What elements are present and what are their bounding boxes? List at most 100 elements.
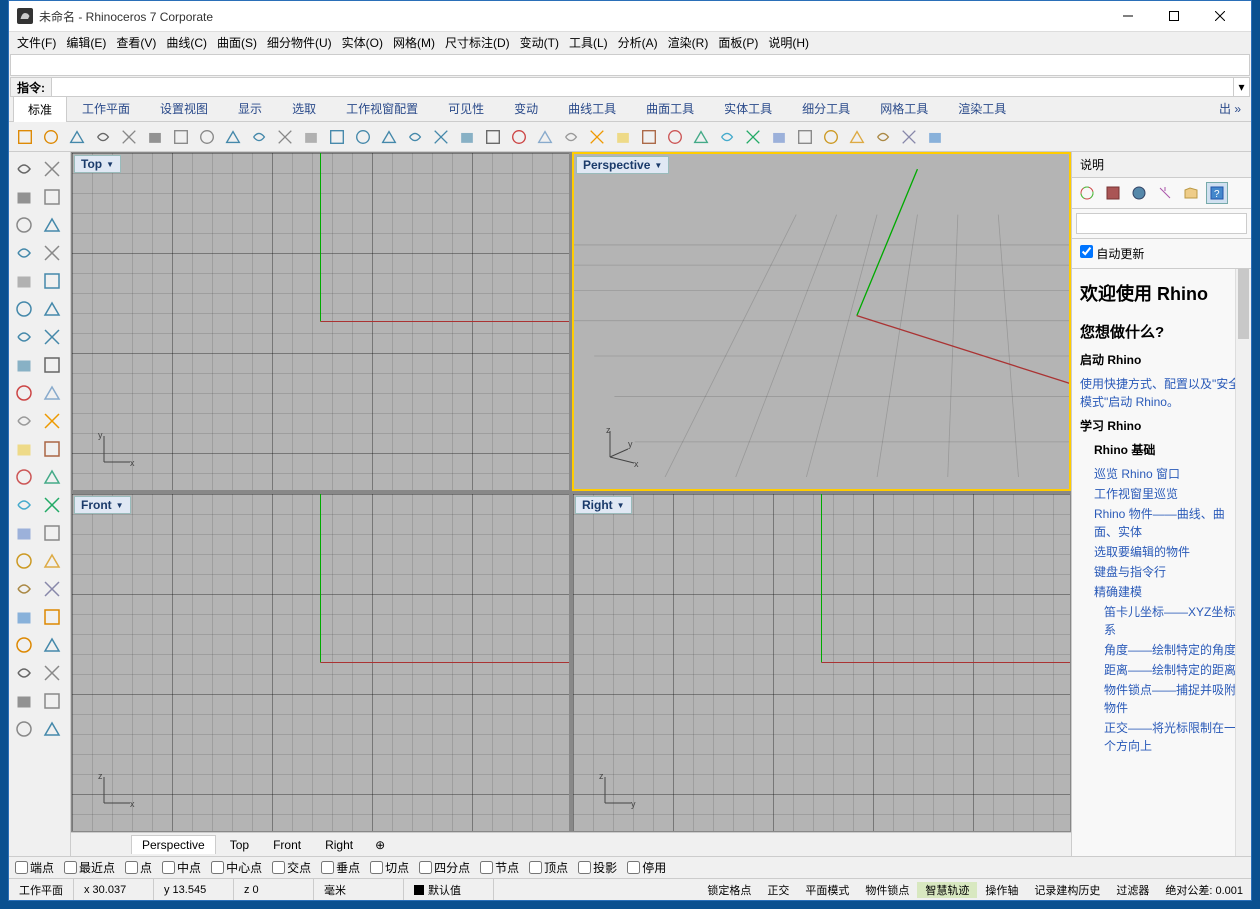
- menu-item[interactable]: 曲面(S): [217, 34, 257, 51]
- ribbon-tab[interactable]: 显示: [223, 95, 277, 121]
- command-history-dropdown[interactable]: ▾: [1233, 78, 1249, 96]
- join-icon[interactable]: [39, 604, 65, 630]
- interpcrv-icon[interactable]: [39, 324, 65, 350]
- status-toggle[interactable]: 锁定格点: [699, 882, 759, 898]
- polygon-icon[interactable]: [39, 296, 65, 322]
- osnap-最近点[interactable]: 最近点: [64, 859, 115, 876]
- viewport-label-front[interactable]: Front▼: [74, 496, 131, 514]
- help-scrollbar[interactable]: [1235, 269, 1251, 856]
- earth-icon[interactable]: [741, 125, 765, 149]
- chamfer-icon[interactable]: [39, 688, 65, 714]
- auto-update-checkbox[interactable]: 自动更新: [1080, 247, 1144, 261]
- viewport-right[interactable]: Right▼ yz: [572, 493, 1071, 832]
- menu-item[interactable]: 编辑(E): [66, 34, 106, 51]
- menu-item[interactable]: 实体(O): [342, 34, 383, 51]
- redo-icon[interactable]: [247, 125, 271, 149]
- sphere-icon[interactable]: [767, 125, 791, 149]
- paste-icon[interactable]: [195, 125, 219, 149]
- duplicate-icon[interactable]: [39, 240, 65, 266]
- plane-icon[interactable]: [533, 125, 557, 149]
- pipe-icon[interactable]: [39, 464, 65, 490]
- menu-item[interactable]: 尺寸标注(D): [445, 34, 510, 51]
- split-icon[interactable]: [39, 632, 65, 658]
- pan-icon[interactable]: [273, 125, 297, 149]
- osnap-端点[interactable]: 端点: [15, 859, 54, 876]
- layers-icon[interactable]: [715, 125, 739, 149]
- zoom-selected-icon[interactable]: [403, 125, 427, 149]
- point-icon[interactable]: [11, 576, 37, 602]
- four-view-icon[interactable]: [481, 125, 505, 149]
- zoom-window-icon[interactable]: [351, 125, 375, 149]
- surface-icon[interactable]: [11, 352, 37, 378]
- command-input[interactable]: [52, 80, 1233, 95]
- viewport-label-top[interactable]: Top▼: [74, 155, 121, 173]
- menu-item[interactable]: 渲染(R): [668, 34, 709, 51]
- status-toggle[interactable]: 过滤器: [1108, 882, 1157, 898]
- tube-icon[interactable]: [39, 408, 65, 434]
- array2-icon[interactable]: [39, 660, 65, 686]
- light-icon[interactable]: [611, 125, 635, 149]
- fillet-icon[interactable]: [11, 688, 37, 714]
- lights-panel-icon[interactable]: [1154, 182, 1176, 204]
- curve-icon[interactable]: [11, 324, 37, 350]
- environments-panel-icon[interactable]: [1128, 182, 1150, 204]
- osnap-投影[interactable]: 投影: [578, 859, 617, 876]
- help-link[interactable]: 物件锁点——捕捉并吸附物件: [1104, 681, 1243, 717]
- ribbon-tab[interactable]: 曲面工具: [631, 95, 709, 121]
- help-link[interactable]: 工作视窗里巡览: [1094, 485, 1243, 503]
- mesh-icon[interactable]: [11, 492, 37, 518]
- revolve-icon[interactable]: [11, 464, 37, 490]
- help-panel-icon[interactable]: ?: [1206, 182, 1228, 204]
- textures-panel-icon[interactable]: [1102, 182, 1124, 204]
- menu-item[interactable]: 工具(L): [569, 34, 608, 51]
- help-link[interactable]: 正交——将光标限制在一个方向上: [1104, 719, 1243, 755]
- circle-icon[interactable]: [11, 212, 37, 238]
- boolean-icon[interactable]: [39, 436, 65, 462]
- cylinder2-icon[interactable]: [11, 408, 37, 434]
- help-content[interactable]: 欢迎使用 Rhino 您想做什么? 启动 Rhino 使用快捷方式、配置以及"安…: [1072, 269, 1251, 856]
- pointcloud-icon[interactable]: [39, 576, 65, 602]
- view-tab[interactable]: Perspective: [131, 835, 216, 854]
- eraser-icon[interactable]: [39, 716, 65, 742]
- ribbon-tab[interactable]: 渲染工具: [943, 95, 1021, 121]
- libraries-panel-icon[interactable]: [1180, 182, 1202, 204]
- menu-item[interactable]: 查看(V): [116, 34, 156, 51]
- explode-icon[interactable]: [11, 604, 37, 630]
- ribbon-tab[interactable]: 标准: [13, 96, 67, 122]
- subd-icon[interactable]: [39, 492, 65, 518]
- clipboard-icon[interactable]: [117, 125, 141, 149]
- view-tab[interactable]: Top: [220, 836, 259, 854]
- undo-icon[interactable]: [221, 125, 245, 149]
- osnap-垂点[interactable]: 垂点: [321, 859, 360, 876]
- box-icon[interactable]: [11, 380, 37, 406]
- ribbon-tab[interactable]: 实体工具: [709, 95, 787, 121]
- material-icon[interactable]: [689, 125, 713, 149]
- osnap-交点[interactable]: 交点: [272, 859, 311, 876]
- ribbon-tab[interactable]: 工作视窗配置: [331, 95, 433, 121]
- help-search-input[interactable]: [1076, 213, 1247, 234]
- viewport-label-right[interactable]: Right▼: [575, 496, 632, 514]
- open-icon[interactable]: [39, 125, 63, 149]
- polyline-icon[interactable]: [11, 184, 37, 210]
- ribbon-tab[interactable]: 工作平面: [67, 95, 145, 121]
- redo-view-icon[interactable]: [455, 125, 479, 149]
- menu-item[interactable]: 分析(A): [618, 34, 658, 51]
- cylinder-icon[interactable]: [793, 125, 817, 149]
- ribbon-tab[interactable]: 曲线工具: [553, 95, 631, 121]
- rect-icon[interactable]: [11, 296, 37, 322]
- osnap-中点[interactable]: 中点: [162, 859, 201, 876]
- ribbon-tab[interactable]: 选取: [277, 95, 331, 121]
- status-toggle[interactable]: 物件锁点: [857, 882, 917, 898]
- osnap-顶点[interactable]: 顶点: [529, 859, 568, 876]
- menu-item[interactable]: 细分物件(U): [267, 34, 332, 51]
- text-icon[interactable]: [11, 520, 37, 546]
- brush-icon[interactable]: [11, 716, 37, 742]
- status-toggle[interactable]: 智慧轨迹: [917, 882, 977, 898]
- ribbon-tab[interactable]: 网格工具: [865, 95, 943, 121]
- block-icon[interactable]: [39, 548, 65, 574]
- status-tolerance[interactable]: 绝对公差: 0.001: [1157, 879, 1251, 900]
- move-icon[interactable]: [39, 184, 65, 210]
- shade-icon[interactable]: [637, 125, 661, 149]
- ribbon-tab[interactable]: 可见性: [433, 95, 499, 121]
- view-tab[interactable]: Front: [263, 836, 311, 854]
